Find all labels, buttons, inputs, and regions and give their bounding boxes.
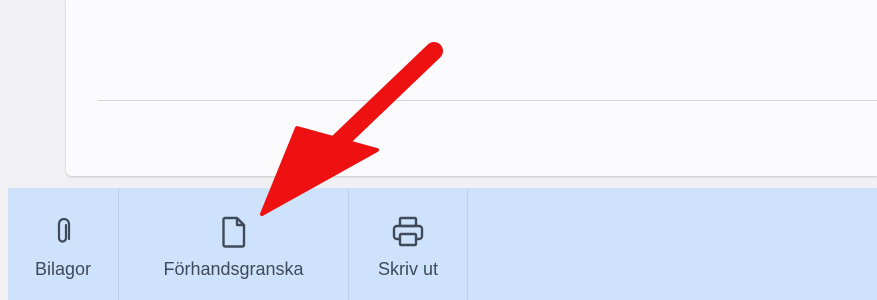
printer-icon: [388, 216, 428, 248]
attachments-button[interactable]: Bilagor: [8, 188, 118, 300]
toolbar-separator: [467, 188, 468, 300]
screen: Bilagor Förhandsgranska Skriv ut: [0, 0, 877, 300]
preview-button[interactable]: Förhandsgranska: [119, 188, 348, 300]
print-button[interactable]: Skriv ut: [349, 188, 467, 300]
attachments-label: Bilagor: [34, 259, 92, 279]
preview-label: Förhandsgranska: [163, 259, 304, 279]
message-body-card: [66, 0, 877, 176]
paperclip-icon: [43, 216, 83, 248]
print-label: Skriv ut: [377, 259, 438, 279]
body-divider: [98, 100, 877, 101]
attachment-toolbar: Bilagor Förhandsgranska Skriv ut: [8, 188, 877, 300]
document-icon: [214, 216, 254, 248]
